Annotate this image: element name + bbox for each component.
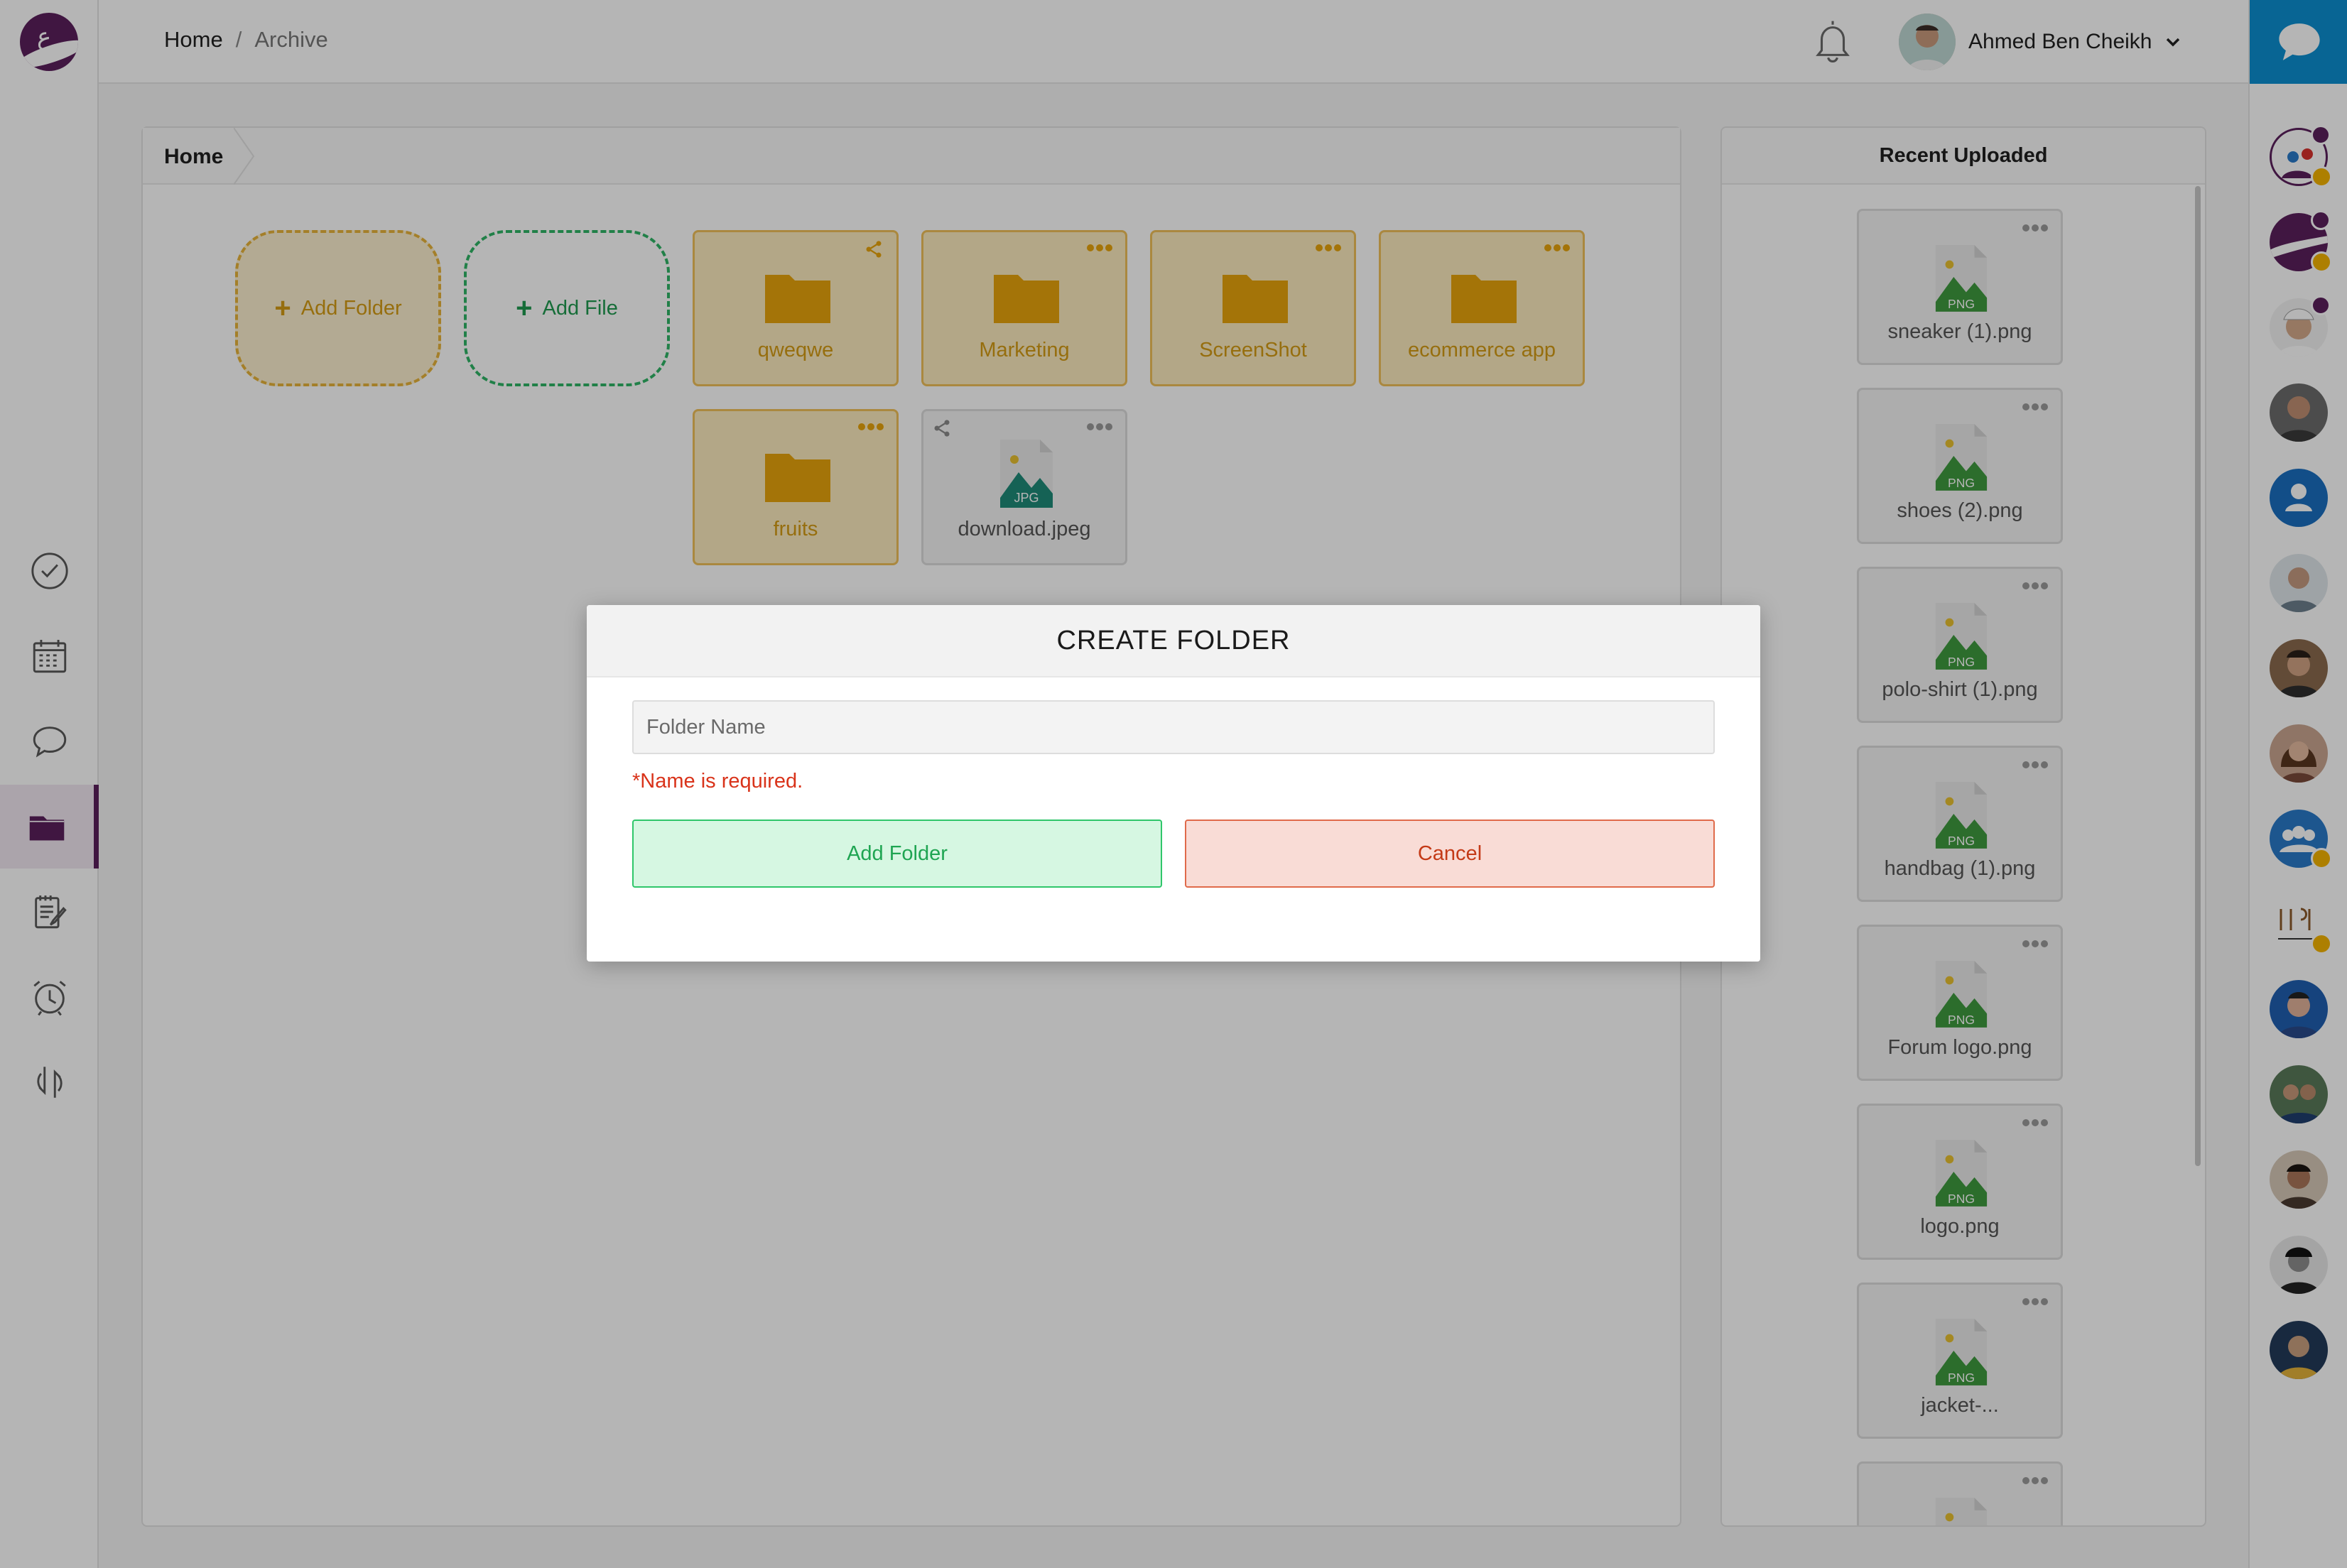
validation-error: *Name is required. [632,770,803,793]
cancel-button[interactable]: Cancel [1185,820,1715,888]
create-folder-modal: CREATE FOLDER *Name is required. Add Fol… [587,605,1760,962]
modal-header: CREATE FOLDER [587,605,1760,677]
modal-title: CREATE FOLDER [1056,625,1291,655]
add-folder-button[interactable]: Add Folder [632,820,1162,888]
folder-name-input[interactable] [632,700,1715,754]
